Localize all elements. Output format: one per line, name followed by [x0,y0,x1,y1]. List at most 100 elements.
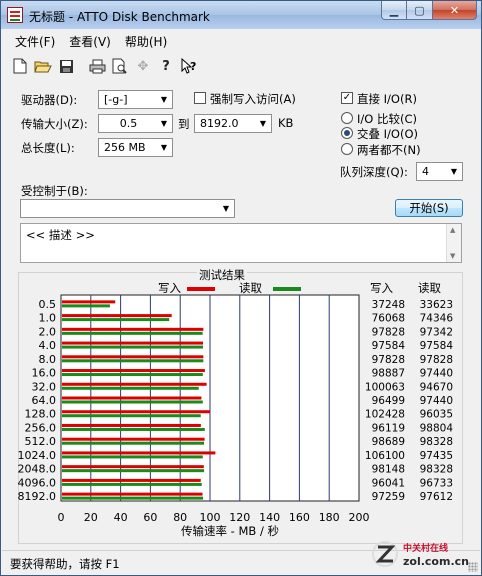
bar-write [62,369,205,373]
benchmark-chart: 0 20 40 60 80 100 120 140 160 180 200 传输速率 - MB / 秒… [18,281,454,538]
y-tick-label: 8.0 [39,353,57,366]
read-value: 98328 [420,464,453,476]
bar-read [62,414,201,418]
bar-write [62,341,203,345]
y-tick-label: 16.0 [32,367,57,380]
y-tick-label: 2.0 [39,325,57,338]
y-tick-label: 4.0 [39,339,57,352]
y-tick-label: 0.5 [39,298,57,311]
y-tick-label: 512.0 [25,435,57,448]
write-value: 37248 [372,299,405,311]
write-value: 97259 [372,491,405,503]
read-value: 97584 [420,340,454,352]
x-tick-label: 20 [84,511,98,524]
read-value: 96733 [420,477,453,489]
bar-read [62,318,170,322]
write-value: 97828 [372,354,405,366]
bar-write [62,451,216,455]
legend-write-label: 写入 [158,281,181,295]
bar-read [62,400,203,404]
write-value: 98887 [372,368,405,380]
x-tick-label: 120 [229,511,250,524]
write-value: 98689 [372,436,405,448]
x-tick-label: 80 [173,511,187,524]
read-value: 97342 [420,326,453,338]
bar-read [62,331,203,335]
bar-read [62,441,205,445]
y-tick-label: 128.0 [25,408,57,421]
write-value: 97828 [372,326,405,338]
status-text: 要获得帮助，请按 F1 [10,557,120,571]
write-value: 97584 [372,340,406,352]
bar-read [62,496,204,500]
bar-write [62,382,207,386]
y-tick-label: 4096.0 [18,476,57,489]
bar-read [62,455,203,459]
write-value: 76068 [372,313,405,325]
x-axis-label: 传输速率 - MB / 秒 [181,524,279,538]
bar-write [62,478,201,482]
write-value: 106100 [365,450,405,462]
bar-write [62,410,211,414]
write-value: 98148 [372,464,405,476]
x-tick-label: 140 [259,511,280,524]
y-tick-label: 8192.0 [18,490,57,503]
read-value: 97440 [420,368,453,380]
x-tick-label: 40 [114,511,128,524]
zol-brand-text: 中关村在线 [403,542,448,554]
write-value: 100063 [365,381,405,393]
zol-url-text: zol.com.cn [403,555,469,568]
read-value: 98328 [420,436,453,448]
y-tick-label: 32.0 [32,380,57,393]
bar-write [62,396,202,400]
read-value: 97828 [420,354,453,366]
bar-write [62,465,204,469]
app-window: 无标题 - ATTO Disk Benchmark ▁ ▢ ✕ 文件(F) 查看… [0,0,482,576]
bar-write [62,314,172,318]
x-tick-label: 160 [289,511,310,524]
x-tick-label: 100 [200,511,221,524]
write-value: 102428 [365,409,405,421]
legend-read-label: 读取 [239,281,262,295]
zol-logo-icon [372,541,398,567]
bar-read [62,345,203,349]
bar-read [62,482,202,486]
bar-write [62,300,116,304]
bar-read [62,373,203,377]
bar-write [62,437,205,441]
read-value: 94670 [420,381,453,393]
read-value: 97440 [420,395,453,407]
read-value: 97435 [420,450,453,462]
read-value: 33623 [420,299,453,311]
x-tick-label: 200 [349,511,370,524]
x-tick-label: 180 [319,511,340,524]
write-value: 96119 [372,422,405,434]
y-tick-label: 256.0 [25,421,57,434]
legend-write-swatch [187,287,215,291]
y-tick-label: 1024.0 [18,449,57,462]
bar-read [62,427,205,431]
read-value: 74346 [420,313,454,325]
write-column-header: 写入 [370,281,393,295]
write-value: 96041 [372,477,405,489]
bar-read [62,359,204,363]
read-column-header: 读取 [418,281,441,295]
bar-read [62,304,110,308]
write-value: 96499 [372,395,405,407]
y-tick-label: 64.0 [32,394,57,407]
bar-write [62,355,204,359]
bar-read [62,386,199,390]
x-tick-label: 0 [58,511,65,524]
y-tick-label: 2048.0 [18,463,57,476]
read-value: 96035 [420,409,453,421]
read-value: 98804 [420,422,454,434]
x-tick-label: 60 [143,511,157,524]
legend-read-swatch [273,287,301,291]
bar-write [62,423,201,427]
bar-write [62,327,204,331]
bar-write [62,492,203,496]
bar-read [62,469,205,473]
read-value: 97612 [420,491,453,503]
zol-watermark: 中关村在线 zol.com.cn [372,541,469,568]
y-tick-label: 1.0 [39,312,57,325]
